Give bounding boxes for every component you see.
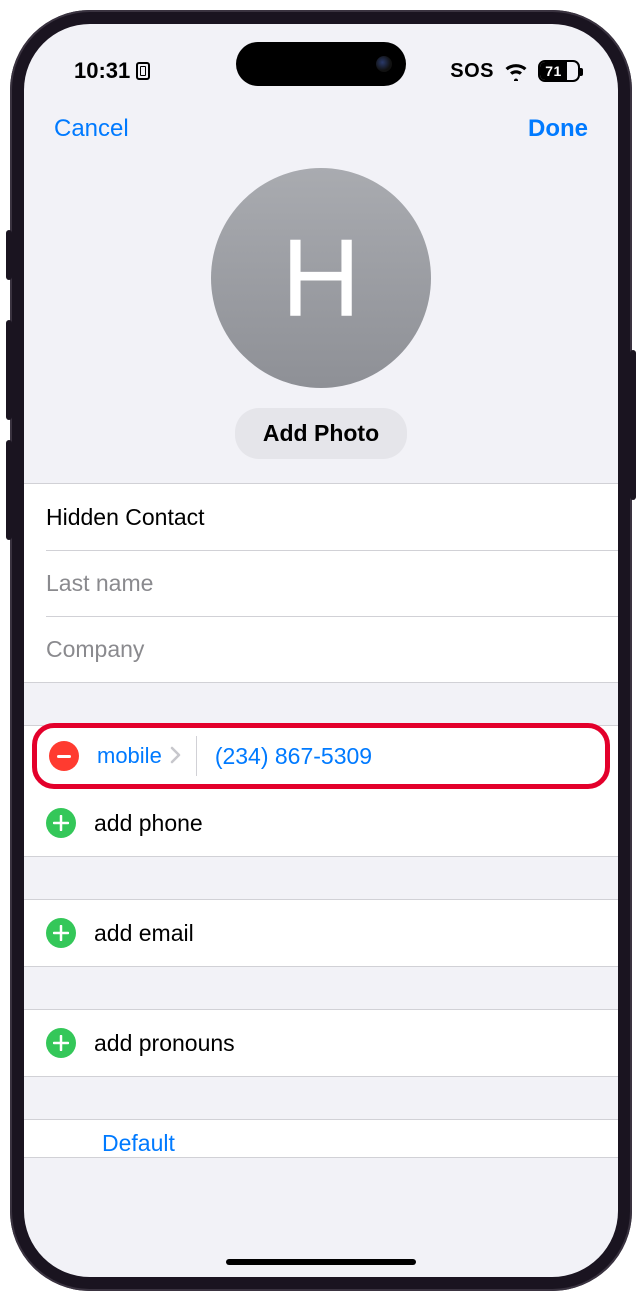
- plus-icon: [53, 1035, 69, 1051]
- sim-icon: [136, 62, 150, 80]
- add-email-row[interactable]: add email: [24, 900, 618, 966]
- contact-avatar[interactable]: H: [211, 168, 431, 388]
- pronouns-section: add pronouns: [24, 1009, 618, 1077]
- avatar-initial: H: [281, 215, 360, 342]
- add-phone-button[interactable]: [46, 808, 76, 838]
- home-indicator[interactable]: [226, 1259, 416, 1265]
- device-frame: 10:31 SOS 71 Cancel Done H Add Photo: [10, 10, 632, 1291]
- phone-entry-highlight: mobile (234) 867-5309: [32, 723, 610, 789]
- cancel-button[interactable]: Cancel: [54, 115, 129, 143]
- front-camera-icon: [376, 56, 392, 72]
- last-name-field[interactable]: [46, 570, 596, 597]
- phone-section: mobile (234) 867-5309 add phone: [24, 725, 618, 857]
- add-pronouns-button[interactable]: [46, 1028, 76, 1058]
- first-name-row[interactable]: [24, 484, 618, 550]
- mute-switch: [6, 230, 12, 280]
- company-row[interactable]: [24, 616, 618, 682]
- volume-up-button: [6, 320, 12, 420]
- add-pronouns-label: add pronouns: [94, 1030, 235, 1057]
- plus-icon: [53, 925, 69, 941]
- screen: 10:31 SOS 71 Cancel Done H Add Photo: [24, 24, 618, 1277]
- volume-down-button: [6, 440, 12, 540]
- phone-entry-row[interactable]: mobile (234) 867-5309: [37, 728, 605, 784]
- add-pronouns-row[interactable]: add pronouns: [24, 1010, 618, 1076]
- add-photo-button[interactable]: Add Photo: [235, 408, 407, 459]
- done-button[interactable]: Done: [528, 115, 588, 143]
- status-right: SOS 71: [450, 60, 580, 83]
- add-phone-row[interactable]: add phone: [24, 790, 618, 856]
- phone-number-value[interactable]: (234) 867-5309: [215, 743, 372, 770]
- battery-icon: 71: [538, 60, 580, 82]
- minus-icon: [57, 755, 71, 758]
- last-name-row[interactable]: [24, 550, 618, 616]
- remove-phone-button[interactable]: [49, 741, 79, 771]
- nav-bar: Cancel Done: [24, 94, 618, 164]
- email-section: add email: [24, 899, 618, 967]
- avatar-section: H Add Photo: [24, 164, 618, 483]
- ringtone-value: Default: [102, 1130, 175, 1157]
- wifi-icon: [504, 61, 528, 81]
- status-time: 10:31: [74, 58, 130, 84]
- power-button: [630, 350, 636, 500]
- status-left: 10:31: [74, 58, 150, 84]
- add-email-label: add email: [94, 920, 194, 947]
- plus-icon: [53, 815, 69, 831]
- add-email-button[interactable]: [46, 918, 76, 948]
- vertical-separator: [196, 736, 197, 776]
- dynamic-island: [236, 42, 406, 86]
- battery-level: 71: [540, 62, 567, 80]
- add-phone-label: add phone: [94, 810, 203, 837]
- sos-indicator: SOS: [450, 60, 494, 83]
- name-section: [24, 483, 618, 683]
- ringtone-row[interactable]: Default: [24, 1120, 618, 1157]
- chevron-right-icon: [170, 743, 182, 770]
- ringtone-section: Default: [24, 1119, 618, 1158]
- first-name-field[interactable]: [46, 504, 596, 531]
- phone-type-label[interactable]: mobile: [97, 743, 162, 769]
- company-field[interactable]: [46, 636, 596, 663]
